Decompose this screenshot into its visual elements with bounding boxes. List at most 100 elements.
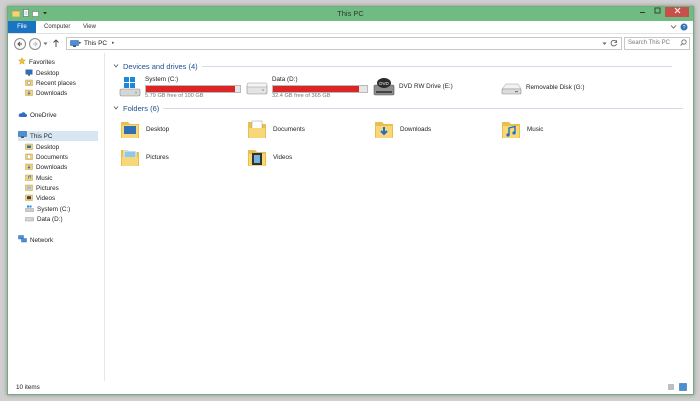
forward-button[interactable] [29,38,41,50]
drive-system-c[interactable]: System (C:) 5.79 GB free of 100 GB [119,76,241,102]
nav-pc-desktop[interactable]: Desktop [25,142,59,152]
nav-pc-documents[interactable]: Documents [25,152,68,162]
folder-label: Music [527,126,544,133]
details-view-icon[interactable] [667,383,675,393]
nav-pc-videos[interactable]: Videos [25,193,55,203]
ribbon-expand-icon[interactable] [670,23,677,32]
desktop-folder-icon [119,118,141,142]
usage-bar-fill [273,86,359,92]
nav-fav-downloads-label: Downloads [36,89,68,97]
search-box[interactable]: Search This PC [624,37,690,50]
status-bar: 10 items [8,381,693,394]
nav-pc-data-d[interactable]: Data (D:) [25,214,63,224]
window-title: This PC [337,9,364,18]
folder-downloads[interactable]: Downloads [373,118,483,140]
nav-fav-recent-places-label: Recent places [36,79,76,87]
close-button[interactable] [665,7,689,17]
address-bar[interactable]: ▸ This PC ▸ [66,37,622,50]
folder-videos[interactable]: Videos [246,146,356,168]
nav-pc-system-c[interactable]: System (C:) [25,204,70,214]
nav-network[interactable]: Network [18,235,53,245]
window-controls [635,7,689,17]
refresh-icon[interactable] [610,39,618,49]
drive-name: System (C:) [145,76,179,83]
nav-this-pc[interactable]: This PC [18,131,98,141]
breadcrumb-this-pc[interactable]: This PC [84,39,107,48]
usage-bar-fill [146,86,235,92]
nav-pc-data-d-label: Data (D:) [37,215,63,223]
nav-favorites[interactable]: Favorites [18,56,55,67]
tab-computer[interactable]: Computer [44,21,70,33]
devices-heading: Devices and drives (4) [123,62,198,71]
view-switcher [667,383,687,393]
group-divider [201,66,672,67]
network-icon [18,235,27,245]
desktop-icon [25,69,33,78]
drive-data-d[interactable]: Data (D:) 32.4 GB free of 365 GB [246,76,368,102]
large-icons-view-icon[interactable] [679,383,687,393]
svg-text:DVD: DVD [379,81,389,86]
explorer-window: This PC File Computer View ? ▸ This PC ▸… [7,6,694,395]
drive-dvd-e[interactable]: DVD DVD RW Drive (E:) [373,76,483,102]
computer-icon [18,131,27,141]
minimize-button[interactable] [635,7,650,17]
documents-folder-icon [25,153,33,162]
hard-drive-icon [246,78,268,100]
drive-removable-g[interactable]: Removable Disk (G:) [500,76,610,102]
usage-bar [145,85,241,93]
item-count: 10 items [16,384,40,391]
collapse-chevron-icon[interactable] [113,62,119,71]
this-pc-icon [70,40,79,49]
folder-pictures[interactable]: Pictures [119,146,229,168]
help-icon[interactable]: ? [680,23,688,33]
nav-pc-documents-label: Documents [36,153,68,161]
nav-network-label: Network [30,236,54,244]
search-icon[interactable] [680,39,687,49]
devices-group-header[interactable]: Devices and drives (4) [113,62,672,71]
videos-folder-icon [25,194,33,203]
nav-fav-desktop[interactable]: Desktop [25,68,59,78]
drive-name: Data (D:) [272,76,298,83]
collapse-chevron-icon[interactable] [113,104,119,113]
nav-pc-downloads-label: Downloads [36,163,68,171]
breadcrumb-separator-icon[interactable]: ▸ [79,38,82,49]
documents-folder-icon [246,118,268,142]
back-button[interactable] [14,38,26,50]
address-history-dropdown-icon[interactable] [602,41,607,48]
nav-this-pc-label: This PC [30,132,53,140]
nav-pc-music[interactable]: Music [25,173,52,183]
folder-label: Desktop [146,126,170,133]
downloads-folder-icon [373,118,395,142]
maximize-button[interactable] [650,7,665,17]
nav-pc-desktop-label: Desktop [36,143,60,151]
nav-favorites-label: Favorites [29,58,55,66]
hard-drive-icon [25,215,34,224]
recent-places-icon [25,79,33,88]
drive-name: Removable Disk (G:) [526,84,585,91]
windows-drive-icon [25,205,34,214]
star-icon [18,56,26,67]
pictures-folder-icon [25,184,33,193]
pictures-folder-icon [119,146,141,170]
nav-fav-recent-places[interactable]: Recent places [25,78,76,88]
folder-documents[interactable]: Documents [246,118,356,140]
nav-fav-downloads[interactable]: Downloads [25,88,67,98]
drive-free-space: 5.79 GB free of 100 GB [145,93,204,99]
drive-name: DVD RW Drive (E:) [399,83,453,90]
folders-group-header[interactable]: Folders (6) [113,104,684,113]
group-divider [163,108,684,109]
folder-music[interactable]: Music [500,118,610,140]
tab-view[interactable]: View [83,21,96,33]
title-bar: This PC [8,7,693,21]
tab-file[interactable]: File [8,21,36,33]
folder-desktop[interactable]: Desktop [119,118,229,140]
folder-label: Pictures [146,154,169,161]
nav-pc-downloads[interactable]: Downloads [25,162,67,172]
nav-pc-pictures[interactable]: Pictures [25,183,59,193]
recent-locations-icon[interactable] [43,41,48,48]
music-folder-icon [500,118,522,142]
nav-onedrive[interactable]: OneDrive [18,110,57,120]
videos-folder-icon [246,146,268,170]
breadcrumb-chevron-icon[interactable]: ▸ [112,38,115,49]
up-button[interactable] [52,39,60,50]
